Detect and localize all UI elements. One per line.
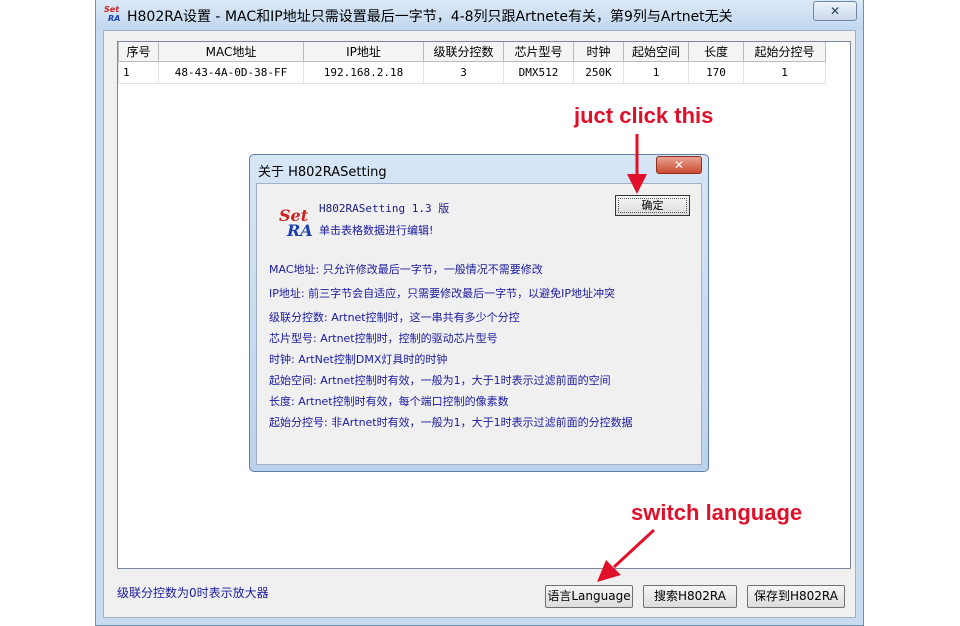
annotation-arrows (597, 134, 656, 582)
arrow-to-language-icon (597, 528, 656, 582)
arrow-to-ok-icon (627, 134, 647, 194)
